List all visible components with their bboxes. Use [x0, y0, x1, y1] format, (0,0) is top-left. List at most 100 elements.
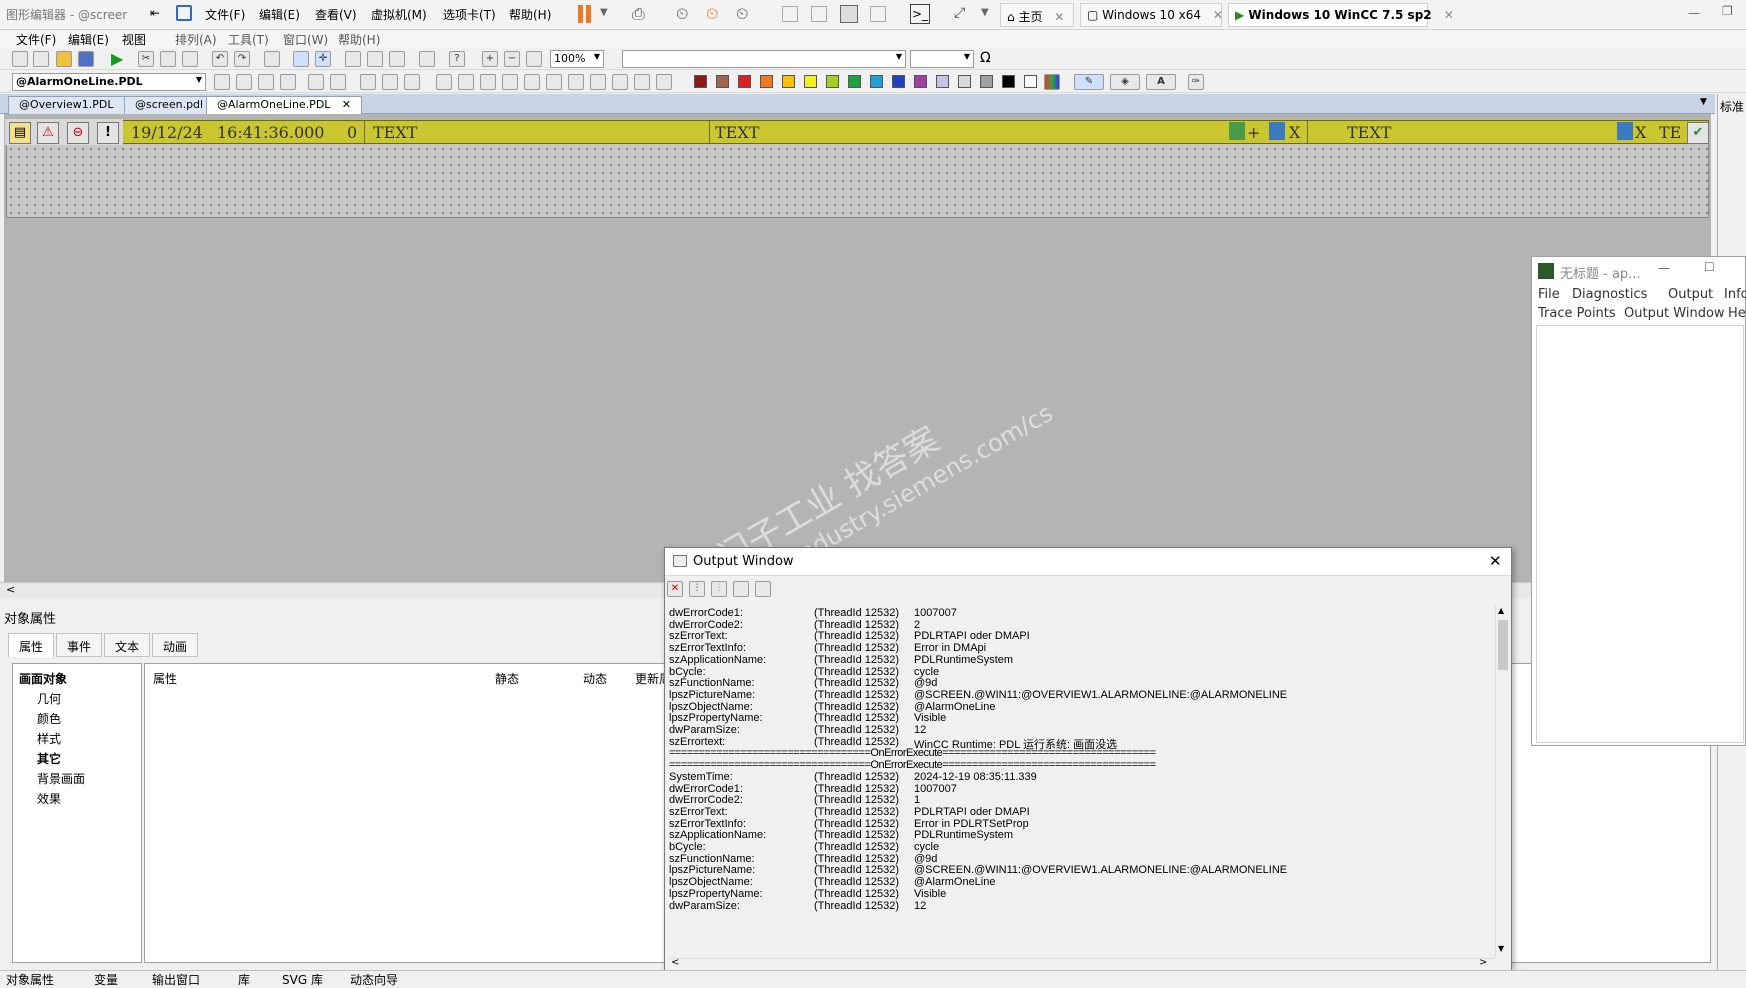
menu-file[interactable]: 文件(F): [16, 31, 56, 48]
menu-arrange[interactable]: 排列(A): [175, 31, 217, 48]
snap-icon[interactable]: ✛: [315, 51, 331, 67]
vm-menu-help[interactable]: 帮助(H): [509, 6, 551, 23]
zoom-out-icon[interactable]: −: [504, 51, 520, 67]
color-swatch[interactable]: [980, 75, 993, 88]
color-swatch[interactable]: [892, 75, 905, 88]
chevron-down-icon[interactable]: ▼: [600, 7, 608, 18]
open-icon[interactable]: [56, 51, 72, 67]
color-swatch[interactable]: [738, 75, 751, 88]
output-hscrollbar[interactable]: < >: [669, 957, 1495, 970]
zoom-fit-icon[interactable]: [526, 51, 542, 67]
minimize-icon[interactable]: —: [1658, 261, 1670, 275]
new-picture-icon[interactable]: [33, 51, 49, 67]
scroll-thumb[interactable]: [1498, 620, 1508, 670]
eyedropper-icon[interactable]: ✑: [1188, 74, 1204, 90]
menu-tools[interactable]: 工具(T): [228, 31, 269, 48]
distribute-v-icon[interactable]: [590, 74, 606, 90]
tree-item-background[interactable]: 背景画面: [37, 770, 85, 787]
object-palette-icon[interactable]: [367, 51, 383, 67]
col-property[interactable]: 属性: [153, 670, 177, 687]
vm-menu-tabs[interactable]: 选项卡(T): [443, 6, 496, 23]
align-right-icon[interactable]: [458, 74, 474, 90]
vm-tab-home[interactable]: ⌂ 主页 ✕: [1000, 3, 1074, 27]
mirror-v-icon[interactable]: [382, 74, 398, 90]
undo-icon[interactable]: ↶: [212, 51, 228, 67]
console-icon[interactable]: >_: [910, 4, 930, 24]
same-size-icon[interactable]: [656, 74, 672, 90]
color-swatch[interactable]: [716, 75, 729, 88]
copy-icon[interactable]: [160, 51, 176, 67]
center-v-icon[interactable]: [546, 74, 562, 90]
chevron-down-icon[interactable]: ▼: [1498, 944, 1504, 953]
align-bottom-icon[interactable]: [502, 74, 518, 90]
font-color-icon[interactable]: A: [1146, 74, 1176, 90]
loop-icon[interactable]: [1617, 122, 1633, 140]
output-log[interactable]: dwErrorCode1: (ThreadId 12532) 1007007 dwEr…: [669, 606, 1495, 958]
col-dynamic[interactable]: 动态: [583, 670, 607, 687]
maximize-icon[interactable]: ❐: [1722, 4, 1733, 18]
open-folder-icon[interactable]: [733, 581, 749, 597]
close-icon[interactable]: ✕: [1213, 8, 1223, 22]
vm-menu-edit[interactable]: 编辑(E): [259, 6, 300, 23]
alarm-line-row[interactable]: ▤ ⚠ ⊖ ! 19/12/24 16:41:36.000 0 TEXT TEX…: [5, 119, 1709, 145]
vm-menu-vm[interactable]: 虚拟机(M): [371, 6, 427, 23]
zoom-in-icon[interactable]: +: [482, 51, 498, 67]
ungroup-icon[interactable]: [236, 74, 252, 90]
tree-item-geometry[interactable]: 几何: [37, 690, 61, 707]
layout2-icon[interactable]: [811, 6, 827, 22]
tree-item-styles[interactable]: 样式: [37, 730, 61, 747]
check-icon[interactable]: ✔: [1687, 122, 1709, 144]
center-h-icon[interactable]: [524, 74, 540, 90]
cut-icon[interactable]: ✂: [138, 51, 154, 67]
close-icon[interactable]: ✕: [1444, 8, 1454, 22]
wand2-icon[interactable]: [330, 74, 346, 90]
bottom-tab-dynamic-wizard[interactable]: 动态向导: [350, 971, 398, 988]
color-swatch[interactable]: [804, 75, 817, 88]
color-swatch[interactable]: [870, 75, 883, 88]
color-swatch[interactable]: [848, 75, 861, 88]
exclamation-icon[interactable]: !: [97, 122, 119, 144]
menu-window[interactable]: 窗口(W): [283, 31, 328, 48]
stretch-icon[interactable]: ⤢: [954, 5, 965, 21]
chevron-right-icon[interactable]: >: [1479, 957, 1487, 968]
ap-menu-info[interactable]: Info: [1724, 287, 1746, 302]
tab-overview1[interactable]: @Overview1.PDL: [8, 96, 125, 114]
warning-icon[interactable]: ⚠: [37, 122, 59, 144]
layout-icon[interactable]: [782, 6, 798, 22]
close-icon[interactable]: ✕: [1489, 552, 1502, 570]
save-icon[interactable]: [755, 581, 771, 597]
ap-window-titlebar[interactable]: 无标题 - ap... — ☐: [1532, 257, 1745, 285]
color-swatch[interactable]: [826, 75, 839, 88]
network-icon[interactable]: ⎙: [632, 4, 645, 24]
activate-runtime-icon[interactable]: ▶: [111, 49, 123, 68]
wand-icon[interactable]: [308, 74, 324, 90]
print-icon[interactable]: [264, 51, 280, 67]
fullscreen-icon[interactable]: [840, 5, 858, 23]
vm-menu-file[interactable]: 文件(F): [205, 6, 245, 23]
chevron-up-icon[interactable]: ▲: [1498, 606, 1504, 615]
chevron-down-icon[interactable]: ▼: [1700, 97, 1707, 107]
front-icon[interactable]: [258, 74, 274, 90]
menu-view[interactable]: 视图: [122, 31, 146, 48]
bottom-tab-object-props[interactable]: 对象属性: [6, 971, 54, 988]
help-pointer-icon[interactable]: ?: [449, 51, 465, 67]
vm-tab-win10[interactable]: ▢ Windows 10 x64 ✕: [1080, 3, 1223, 27]
ap-menu-trace-points[interactable]: Trace Points: [1538, 306, 1616, 321]
ap-menu-file[interactable]: File: [1538, 287, 1560, 302]
close-icon[interactable]: ✕: [1054, 10, 1064, 24]
tab-texts[interactable]: 文本: [104, 633, 151, 657]
menu-edit[interactable]: 编辑(E): [68, 31, 109, 48]
font-size-combo[interactable]: ▼: [910, 50, 974, 68]
tree-item-colors[interactable]: 颜色: [37, 710, 61, 727]
pause-icon[interactable]: [578, 5, 583, 23]
color-swatch[interactable]: [760, 75, 773, 88]
chevron-down-icon-2[interactable]: ▼: [981, 7, 989, 18]
layer-icon[interactable]: [345, 51, 361, 67]
tree-item-misc[interactable]: 其它: [37, 750, 61, 767]
group-icon[interactable]: [214, 74, 230, 90]
runtime-props-icon[interactable]: [419, 51, 435, 67]
color-swatch[interactable]: [782, 75, 795, 88]
unity-icon[interactable]: [870, 6, 886, 22]
color-swatch[interactable]: [936, 75, 949, 88]
clear-icon[interactable]: ✕: [667, 581, 683, 597]
